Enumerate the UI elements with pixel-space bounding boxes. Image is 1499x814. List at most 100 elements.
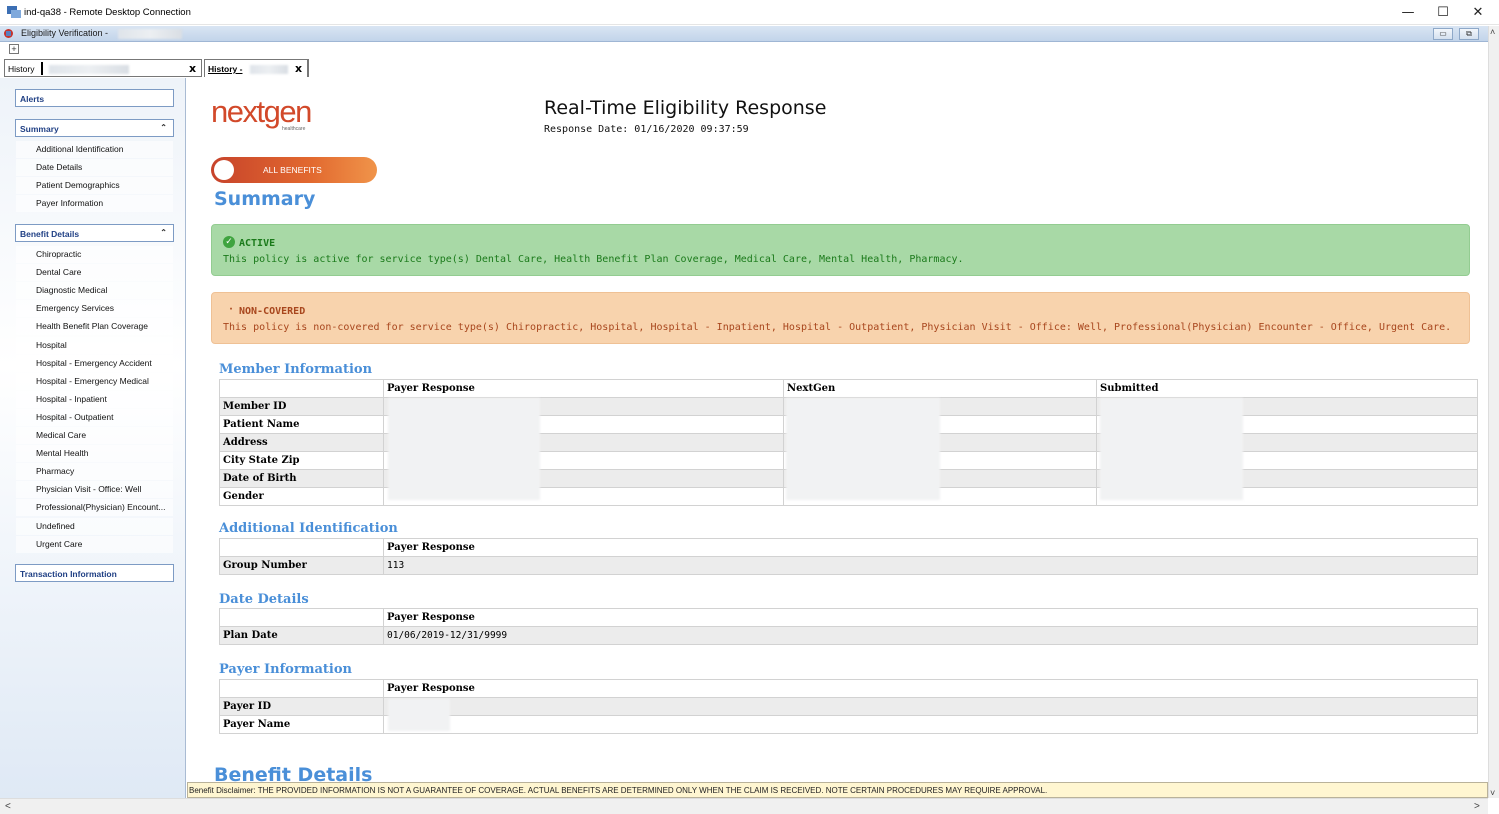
checkmark-icon: ✓: [223, 236, 235, 248]
scroll-up-arrow-icon[interactable]: ˄: [1490, 27, 1495, 37]
redaction-block: [786, 398, 940, 500]
row-header: City State Zip: [219, 451, 384, 470]
redaction-block: [388, 699, 450, 731]
table-corner: [219, 379, 384, 398]
nav-item-pharmacy[interactable]: Pharmacy: [36, 466, 74, 476]
redacted-cell: [383, 715, 1478, 734]
nav-item-dental-care[interactable]: Dental Care: [36, 267, 81, 277]
toolbar-row: +: [0, 42, 1488, 59]
nav-item-additional-identification[interactable]: Additional Identification: [36, 144, 123, 154]
window-titlebar: ind-qa38 - Remote Desktop Connection — ☐…: [0, 0, 1499, 25]
nav-item-payer-information[interactable]: Payer Information: [36, 198, 103, 208]
column-header: Payer Response: [383, 608, 1478, 627]
collapse-chevron-icon[interactable]: ⌃: [160, 228, 167, 237]
mdi-maximize-button[interactable]: ⧉: [1459, 28, 1479, 40]
redaction-block: [388, 398, 540, 500]
response-date: Response Date: 01/16/2020 09:37:59: [544, 124, 749, 135]
nav-summary[interactable]: Summary ⌃: [15, 119, 174, 137]
nav-item-hospital-inpatient[interactable]: Hospital - Inpatient: [36, 394, 107, 404]
logo-subtext: healthcare: [282, 126, 306, 132]
nav-item-hospital-emergency-accident[interactable]: Hospital - Emergency Accident: [36, 358, 152, 368]
logo-text: nextgen: [211, 94, 312, 129]
nav-item-date-details[interactable]: Date Details: [36, 162, 82, 172]
tab-close-icon[interactable]: x: [189, 62, 196, 75]
table-row: Group Number 113: [219, 556, 1478, 575]
nav-item-undefined[interactable]: Undefined: [36, 521, 75, 531]
nav-item-hospital[interactable]: Hospital: [36, 340, 67, 350]
nav-item-professional-physician-encount[interactable]: Professional(Physician) Encount...: [36, 502, 165, 512]
nav-item-emergency-services[interactable]: Emergency Services: [36, 303, 114, 313]
summary-heading: Summary: [214, 188, 316, 210]
column-header: Submitted: [1096, 379, 1478, 398]
tab-label: History -: [208, 64, 243, 74]
nav-item-diagnostic-medical[interactable]: Diagnostic Medical: [36, 285, 107, 295]
nav-benefit-details[interactable]: Benefit Details ⌃: [15, 224, 174, 242]
horizontal-scrollbar[interactable]: < >: [0, 798, 1488, 814]
redaction-block: [1100, 398, 1243, 500]
bullet-icon: ·: [228, 304, 235, 315]
scroll-down-arrow-icon[interactable]: ˅: [1490, 788, 1495, 798]
nav-summary-label: Summary: [20, 124, 59, 134]
tab-strip: History x History - x: [0, 58, 1488, 78]
active-heading: ACTIVE: [239, 238, 276, 249]
redacted-tab-text: [49, 65, 129, 74]
noncovered-heading: NON-COVERED: [239, 306, 306, 317]
nav-item-patient-demographics[interactable]: Patient Demographics: [36, 180, 120, 190]
nav-item-mental-health[interactable]: Mental Health: [36, 448, 88, 458]
row-header: Patient Name: [219, 415, 384, 434]
app-icon: [4, 29, 13, 38]
redacted-patient-name: [118, 29, 182, 39]
page-title: Real-Time Eligibility Response: [544, 97, 827, 119]
scroll-left-arrow-icon[interactable]: <: [5, 801, 11, 812]
benefit-details-heading: Benefit Details: [214, 764, 373, 782]
column-header: Payer Response: [383, 379, 784, 398]
maximize-button[interactable]: ☐: [1426, 0, 1460, 25]
nav-item-chiropractic[interactable]: Chiropractic: [36, 249, 81, 259]
column-header: NextGen: [783, 379, 1097, 398]
tab-history-1[interactable]: History x: [4, 59, 202, 77]
table-corner: [219, 608, 384, 627]
minimize-button[interactable]: —: [1391, 0, 1425, 25]
nav-item-hospital-emergency-medical[interactable]: Hospital - Emergency Medical: [36, 376, 149, 386]
close-window-button[interactable]: ✕: [1461, 0, 1495, 25]
date-details-heading: Date Details: [219, 592, 309, 607]
table-corner: [219, 679, 384, 698]
nav-item-hospital-outpatient[interactable]: Hospital - Outpatient: [36, 412, 113, 422]
row-header: Payer Name: [219, 715, 384, 734]
member-information-heading: Member Information: [219, 362, 373, 377]
active-text: This policy is active for service type(s…: [223, 254, 964, 265]
plan-date-value: 01/06/2019-12/31/9999: [383, 626, 1478, 645]
tab-separator: [41, 62, 43, 75]
benefit-disclaimer: Benefit Disclaimer: THE PROVIDED INFORMA…: [187, 782, 1488, 798]
redacted-cell: [383, 697, 1478, 716]
toggle-knob[interactable]: [214, 160, 234, 180]
nav-alerts[interactable]: Alerts: [15, 89, 174, 107]
tab-close-icon[interactable]: x: [295, 62, 302, 75]
noncovered-alert: · NON-COVERED This policy is non-covered…: [211, 292, 1470, 344]
nav-transaction-information[interactable]: Transaction Information: [15, 564, 174, 582]
nav-benefit-details-label: Benefit Details: [20, 229, 80, 239]
scroll-right-arrow-icon[interactable]: >: [1474, 801, 1480, 812]
row-header: Group Number: [219, 556, 384, 575]
nav-item-health-benefit-plan-coverage[interactable]: Health Benefit Plan Coverage: [36, 321, 148, 331]
left-navigation: Alerts Summary ⌃ Additional Identificati…: [0, 78, 186, 798]
row-header: Gender: [219, 487, 384, 506]
toggle-label: ALL BENEFITS: [263, 165, 322, 175]
mdi-restore-button[interactable]: ▭: [1433, 28, 1453, 40]
all-benefits-toggle[interactable]: ALL BENEFITS: [211, 157, 377, 183]
tab-history-2[interactable]: History - x: [204, 59, 309, 77]
row-header: Member ID: [219, 397, 384, 416]
nav-item-physician-visit-office-well[interactable]: Physician Visit - Office: Well: [36, 484, 141, 494]
nav-item-urgent-care[interactable]: Urgent Care: [36, 539, 82, 549]
payer-information-heading: Payer Information: [219, 662, 352, 677]
table-corner: [219, 538, 384, 557]
collapse-chevron-icon[interactable]: ⌃: [160, 123, 167, 132]
row-header: Payer ID: [219, 697, 384, 716]
nav-item-medical-care[interactable]: Medical Care: [36, 430, 86, 440]
vertical-scrollbar[interactable]: ˄ ˅: [1488, 26, 1499, 798]
column-header: Payer Response: [383, 538, 1478, 557]
expand-plus-button[interactable]: +: [9, 44, 19, 54]
eligibility-report: nextgen healthcare Real-Time Eligibility…: [187, 78, 1488, 782]
row-header: Address: [219, 433, 384, 452]
window-title: ind-qa38 - Remote Desktop Connection: [24, 7, 191, 18]
